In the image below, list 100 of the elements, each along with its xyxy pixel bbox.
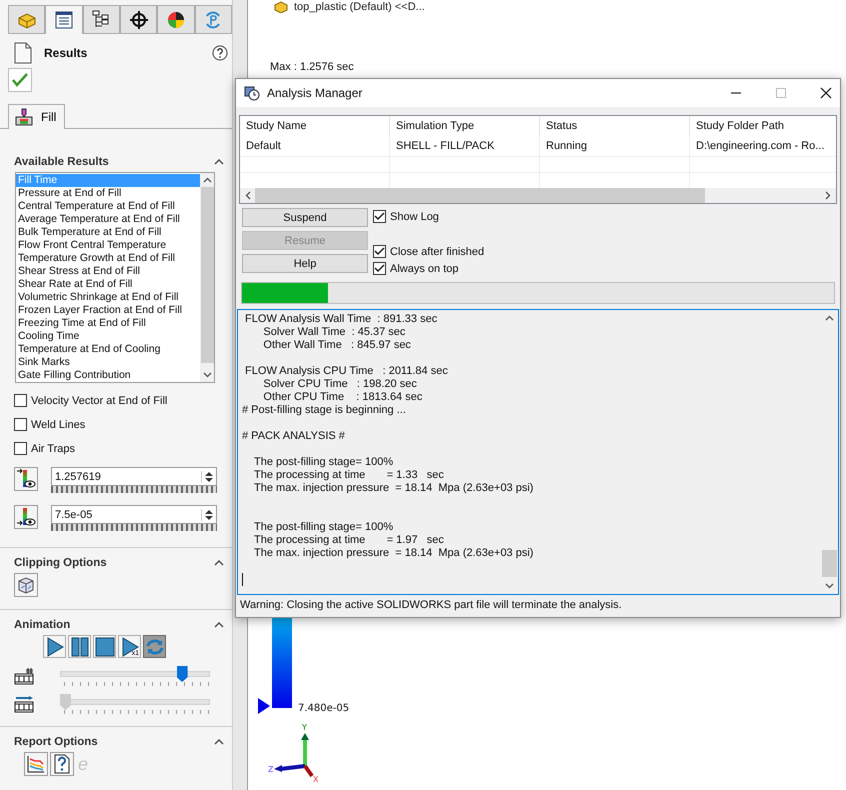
legend-pointer-icon [258, 698, 270, 714]
slider-thumb[interactable] [176, 666, 188, 682]
list-item[interactable]: Bulk Temperature at End of Fill [16, 226, 200, 239]
crosshair-icon [128, 10, 150, 30]
close-icon[interactable] [820, 87, 832, 99]
log-line: # PACK ANALYSIS # [242, 430, 346, 443]
axis-triad-drawing: Y Z X [268, 722, 328, 782]
tree-item[interactable]: top_plastic (Default) <<D... [294, 1, 425, 13]
list-item[interactable]: Temperature at End of Cooling [16, 343, 200, 356]
min-legend-button[interactable] [14, 505, 38, 529]
film-icon [14, 695, 34, 713]
collapse-caret-icon[interactable] [214, 739, 224, 745]
log-line: FLOW Analysis Wall Time : 891.33 sec [244, 313, 438, 326]
film-icon [14, 667, 34, 685]
scroll-down-icon[interactable] [825, 583, 834, 589]
thumbwheel[interactable] [51, 486, 217, 493]
scrollbar-thumb[interactable] [822, 550, 837, 577]
spin-down-icon[interactable] [205, 516, 213, 520]
ok-button[interactable] [8, 68, 32, 92]
column-header[interactable]: Study Name [240, 116, 390, 136]
panel-tab[interactable] [120, 5, 158, 33]
table-cell: Running [540, 136, 690, 156]
report-chart-button[interactable] [24, 752, 48, 776]
number-spinner-field[interactable]: 1.257619 [51, 467, 217, 486]
log-line: FLOW Analysis CPU Time : 2011.84 sec [244, 365, 449, 378]
play-icon [120, 636, 140, 656]
max-legend-button[interactable] [14, 467, 38, 491]
checkbox[interactable] [373, 245, 386, 258]
log-line: The max. injection pressure = 18.14 Mpa (2.63e+03 psi) [253, 547, 534, 560]
log-line: Solver Wall Time : 45.37 sec [262, 326, 406, 339]
stop-button[interactable] [93, 635, 116, 658]
checkbox[interactable] [373, 262, 386, 275]
spin-down-icon[interactable] [205, 478, 213, 482]
spin-up-icon[interactable] [205, 470, 213, 476]
list-item[interactable]: Shear Rate at End of Fill [16, 278, 200, 291]
dialog-button[interactable]: Suspend [242, 208, 368, 227]
mold-icon [15, 108, 33, 126]
section-title: Animation [14, 619, 70, 631]
slider[interactable] [60, 666, 210, 686]
list-item[interactable]: Sink Marks [16, 356, 200, 369]
number-spinner-field[interactable]: 7.5e-05 [51, 505, 217, 524]
scrollbar-thumb[interactable] [255, 188, 705, 203]
legend-eye-icon [16, 506, 36, 528]
list-item[interactable]: Central Temperature at End of Fill [16, 200, 200, 213]
slider-thumb[interactable] [60, 694, 71, 710]
column-header[interactable]: Simulation Type [390, 116, 540, 136]
checkbox[interactable] [14, 394, 27, 407]
collapse-caret-icon[interactable] [214, 560, 224, 566]
table-cell: Default [240, 136, 390, 156]
list-item[interactable]: Temperature Growth at End of Fill [16, 252, 200, 265]
dialog-button[interactable]: Help [242, 254, 368, 273]
panel-tab[interactable] [82, 5, 120, 33]
play-icon [44, 636, 64, 656]
log-line: The processing at time = 1.33 sec [253, 469, 445, 482]
section-title: Report Options [14, 736, 98, 748]
log-line: The post-filling stage= 100% [253, 521, 394, 534]
legend-min-label: 7.480e-05 [298, 703, 350, 714]
slider[interactable] [60, 694, 210, 714]
checkbox[interactable] [14, 442, 27, 455]
section-title: Available Results [14, 156, 109, 168]
legend-max-label: Max : 1.2576 sec [270, 61, 355, 73]
spin-up-icon[interactable] [205, 508, 213, 514]
list-item[interactable]: Frozen Layer Fraction at End of Fill [16, 304, 200, 317]
play-button[interactable] [43, 635, 66, 658]
list-item[interactable]: Pressure at End of Fill [16, 187, 200, 200]
fill-tab[interactable]: Fill [8, 104, 66, 129]
help-button[interactable] [50, 752, 74, 776]
column-header[interactable]: Status [540, 116, 690, 136]
help-icon[interactable] [212, 45, 228, 61]
section-title: Clipping Options [14, 557, 107, 569]
panel-tab[interactable] [45, 5, 83, 34]
checkbox-label: Air Traps [31, 442, 76, 454]
panel-title: Results [44, 46, 88, 60]
thumbwheel[interactable] [51, 524, 217, 531]
list-item[interactable]: Flow Front Central Temperature [16, 239, 200, 252]
scrollbar[interactable] [200, 173, 214, 382]
list-item[interactable]: Cooling Time [16, 330, 200, 343]
scroll-up-icon[interactable] [202, 177, 212, 183]
checkbox[interactable] [14, 418, 27, 431]
scroll-right-icon[interactable] [825, 191, 831, 200]
text-cursor [242, 573, 243, 586]
scrollbar-thumb[interactable] [200, 187, 214, 363]
panel-tab[interactable] [157, 5, 195, 33]
scroll-left-icon[interactable] [245, 191, 251, 200]
collapse-caret-icon[interactable] [214, 159, 224, 165]
loop-icon [144, 636, 164, 656]
checkbox[interactable] [373, 210, 386, 223]
horizontal-scrollbar[interactable] [240, 188, 836, 203]
list-item[interactable]: Shear Stress at End of Fill [16, 265, 200, 278]
clipping-button[interactable] [14, 573, 38, 597]
collapse-caret-icon[interactable] [214, 622, 224, 628]
pause-button[interactable] [68, 635, 91, 658]
list-item[interactable]: Gate Filling Contribution [16, 369, 200, 382]
list-item[interactable]: Freezing Time at End of Fill [16, 317, 200, 330]
scroll-down-icon[interactable] [202, 372, 212, 378]
list-item[interactable]: Average Temperature at End of Fill [16, 213, 200, 226]
scroll-up-icon[interactable] [825, 315, 834, 321]
column-header[interactable]: Study Folder Path [690, 116, 836, 136]
window-title: Analysis Manager [267, 86, 362, 100]
list-item[interactable]: Volumetric Shrinkage at End of Fill [16, 291, 200, 304]
